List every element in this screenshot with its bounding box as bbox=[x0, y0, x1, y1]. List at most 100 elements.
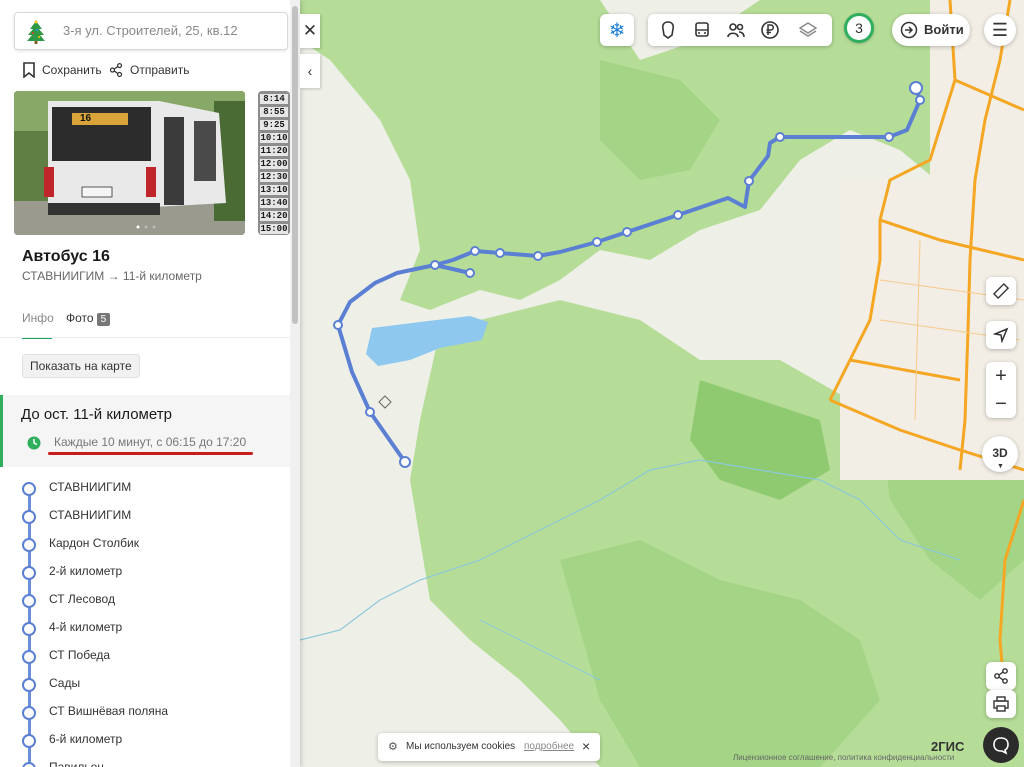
menu-button[interactable]: ☰ bbox=[984, 14, 1016, 46]
stop-dot-icon bbox=[22, 678, 36, 692]
direction-title: До ост. 11-й километр bbox=[21, 406, 172, 423]
bus-route-sign: 16 bbox=[80, 113, 92, 124]
schedule-photo[interactable]: 8:14 8:55 9:25 10:10 11:20 12:00 12:30 13:10 13:… bbox=[258, 91, 290, 235]
close-panel-button[interactable]: ✕ bbox=[300, 14, 320, 48]
schedule-time: 12:30 bbox=[260, 172, 288, 182]
collapse-panel-button[interactable]: ‹ bbox=[300, 54, 320, 88]
red-underline-annotation bbox=[48, 452, 253, 455]
christmas-tree-icon bbox=[27, 20, 45, 44]
stop-name: СТ Лесовод bbox=[49, 592, 115, 606]
2gis-logo: 2ГИС bbox=[931, 739, 965, 754]
cookie-icon: ⚙ bbox=[388, 741, 398, 753]
direction-block[interactable]: До ост. 11-й километр Каждые 10 минут, с… bbox=[0, 395, 293, 467]
stop-name: СТАВНИИГИМ bbox=[49, 480, 132, 494]
stop-dot-icon bbox=[22, 482, 36, 496]
layers-icon[interactable] bbox=[798, 20, 818, 40]
stop-name: 6-й километр bbox=[49, 732, 123, 746]
cookie-text: Мы используем cookies bbox=[406, 741, 516, 752]
show-on-map-button[interactable]: Показать на карте bbox=[22, 354, 140, 378]
notifications-badge[interactable]: 3 bbox=[844, 13, 874, 43]
cookie-more-link[interactable]: подробнее bbox=[524, 741, 574, 752]
friends-icon[interactable] bbox=[726, 20, 746, 40]
stop-dot-icon bbox=[22, 622, 36, 636]
stop-dot-icon bbox=[22, 594, 36, 608]
login-icon bbox=[900, 21, 918, 39]
location-arrow-icon bbox=[993, 327, 1009, 343]
stop-name: Кардон Столбик bbox=[49, 536, 139, 550]
tab-photo-label: Фото bbox=[66, 311, 94, 325]
stop-name: Павильон bbox=[49, 760, 104, 767]
stop-name: Сады bbox=[49, 676, 81, 690]
bus-icon[interactable] bbox=[692, 20, 712, 40]
winter-mode-button[interactable]: ❄ bbox=[600, 14, 634, 46]
schedule-time: 12:00 bbox=[260, 159, 288, 169]
share-icon bbox=[109, 62, 123, 78]
stop-name: СТАВНИИГИМ bbox=[49, 508, 132, 522]
schedule-time: 8:14 bbox=[260, 94, 288, 104]
panel-scrollbar-thumb[interactable] bbox=[292, 6, 298, 324]
schedule-time: 13:40 bbox=[260, 198, 288, 208]
zoom-out-button[interactable]: − bbox=[986, 390, 1016, 418]
print-button[interactable] bbox=[986, 690, 1016, 718]
route-title: Автобус 16 bbox=[22, 248, 110, 265]
print-icon bbox=[993, 696, 1009, 712]
snowflake-icon: ❄ bbox=[608, 19, 626, 42]
save-label: Сохранить bbox=[42, 63, 102, 77]
schedule-time: 10:10 bbox=[260, 133, 288, 143]
stop-name: 2-й километр bbox=[49, 564, 123, 578]
zoom-in-button[interactable]: + bbox=[986, 362, 1016, 390]
tab-info[interactable]: Инфо bbox=[22, 311, 54, 325]
direction-frequency: Каждые 10 минут, с 06:15 до 17:20 bbox=[54, 435, 247, 449]
share-icon bbox=[994, 668, 1008, 684]
schedule-time: 9:25 bbox=[260, 120, 288, 130]
legal-links[interactable]: Лицензионное соглашение, политика конфид… bbox=[733, 753, 954, 762]
share-map-button[interactable] bbox=[986, 662, 1016, 690]
photo-count-badge: 5 bbox=[96, 313, 111, 326]
bookmark-icon bbox=[23, 62, 35, 78]
save-button[interactable]: Сохранить bbox=[22, 62, 102, 78]
3d-label: 3D bbox=[992, 446, 1008, 460]
hamburger-icon: ☰ bbox=[991, 19, 1009, 40]
schedule-time: 15:00 bbox=[260, 224, 288, 234]
stop-dot-icon bbox=[22, 762, 36, 767]
search-box[interactable]: 3-я ул. Строителей, 25, кв.12 bbox=[14, 12, 288, 50]
login-label: Войти bbox=[924, 22, 964, 37]
ruler-icon bbox=[992, 282, 1010, 300]
my-location-button[interactable] bbox=[986, 321, 1016, 349]
share-label: Отправить bbox=[130, 63, 190, 77]
cookie-banner: ⚙ Мы используем cookies подробнее × bbox=[378, 733, 600, 761]
search-input[interactable]: 3-я ул. Строителей, 25, кв.12 bbox=[63, 23, 238, 38]
chat-icon bbox=[993, 737, 1009, 755]
schedule-time: 13:10 bbox=[260, 185, 288, 195]
tab-photo[interactable]: Фото 5 bbox=[66, 311, 111, 326]
schedule-time: 11:20 bbox=[260, 146, 288, 156]
stop-name: 4-й километр bbox=[49, 620, 123, 634]
ruler-button[interactable] bbox=[986, 277, 1016, 305]
schedule-time: 14:20 bbox=[260, 211, 288, 221]
stop-dot-icon bbox=[22, 650, 36, 664]
map-layers-toolbar bbox=[648, 14, 832, 46]
schedule-time: 8:55 bbox=[260, 107, 288, 117]
clock-icon bbox=[27, 436, 41, 450]
stop-dot-icon bbox=[22, 706, 36, 720]
stop-dot-icon bbox=[22, 566, 36, 580]
bus-photo[interactable]: 16 bbox=[14, 91, 245, 235]
share-button[interactable]: Отправить bbox=[108, 62, 190, 78]
places-icon[interactable] bbox=[658, 20, 678, 40]
login-button[interactable]: Войти bbox=[892, 14, 970, 46]
divider bbox=[0, 337, 290, 338]
ruble-icon[interactable] bbox=[760, 20, 780, 40]
cookie-close-button[interactable]: × bbox=[582, 738, 590, 754]
stop-dot-icon bbox=[22, 510, 36, 524]
3d-toggle-button[interactable]: 3D ▼ bbox=[982, 436, 1018, 472]
compass-pointer-icon: ▼ bbox=[997, 463, 1004, 470]
stop-name: СТ Вишнёвая поляна bbox=[49, 704, 169, 718]
bus-illustration bbox=[14, 91, 245, 235]
chat-button[interactable] bbox=[983, 727, 1019, 763]
stop-name: СТ Победа bbox=[49, 648, 111, 662]
route-subtitle: СТАВНИИГИМ → 11-й километр bbox=[22, 269, 202, 283]
zoom-controls: + − bbox=[986, 362, 1016, 418]
stop-dot-icon bbox=[22, 734, 36, 748]
route-info-panel: 3-я ул. Строителей, 25, кв.12 Сохранить … bbox=[0, 0, 300, 767]
stop-dot-icon bbox=[22, 538, 36, 552]
